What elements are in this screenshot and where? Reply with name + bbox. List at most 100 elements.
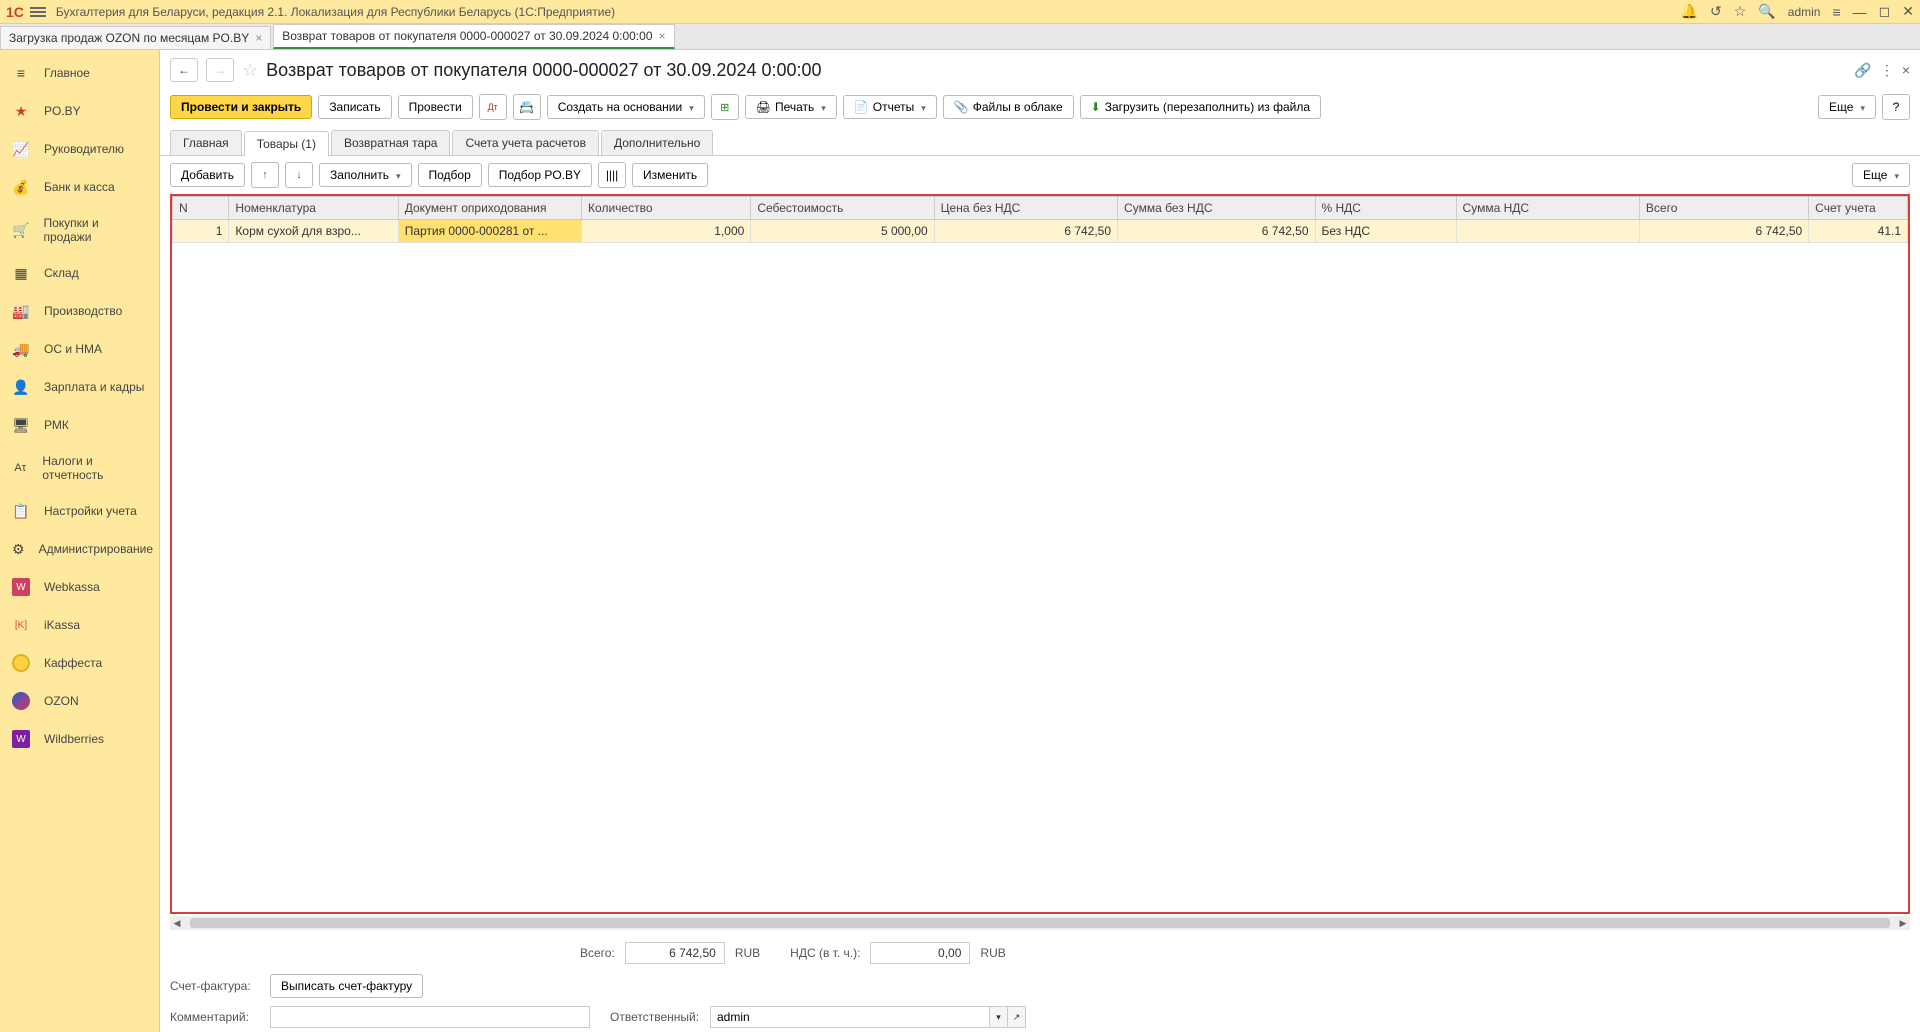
cell-account[interactable]: 41.1 xyxy=(1809,220,1908,243)
main-menu-icon[interactable] xyxy=(30,5,46,19)
col-vat-pct[interactable]: % НДС xyxy=(1315,197,1456,220)
print-button[interactable]: 🖨Печать xyxy=(745,95,837,119)
write-invoice-button[interactable]: Выписать счет-фактуру xyxy=(270,974,423,998)
post-button[interactable]: Провести xyxy=(398,95,473,119)
sidebar-item-bank[interactable]: 💰Банк и касса xyxy=(0,168,159,206)
col-cost[interactable]: Себестоимость xyxy=(751,197,934,220)
subtab-main[interactable]: Главная xyxy=(170,130,242,155)
pick-button[interactable]: Подбор xyxy=(418,163,482,187)
page-title: Возврат товаров от покупателя 0000-00002… xyxy=(266,60,1846,81)
edit-button[interactable]: Изменить xyxy=(632,163,708,187)
reports-button[interactable]: 📄Отчеты xyxy=(843,95,937,119)
sidebar-item-payroll[interactable]: 👤Зарплата и кадры xyxy=(0,368,159,406)
nav-back-button[interactable]: ← xyxy=(170,58,198,82)
sidebar-item-main[interactable]: ≡Главное xyxy=(0,54,159,92)
goods-table[interactable]: N Номенклатура Документ оприходования Ко… xyxy=(172,196,1908,243)
bell-icon[interactable]: 🔔 xyxy=(1681,3,1698,20)
structure-icon[interactable]: 📇 xyxy=(513,94,541,120)
record-button[interactable]: Записать xyxy=(318,95,391,119)
load-from-file-button[interactable]: ⬇Загрузить (перезаполнить) из файла xyxy=(1080,95,1321,119)
scroll-left-icon[interactable]: ◀ xyxy=(170,916,184,930)
cell-n[interactable]: 1 xyxy=(173,220,229,243)
move-up-button[interactable]: ↑ xyxy=(251,162,279,188)
sidebar-item-rmk[interactable]: 🖥РМК xyxy=(0,406,159,444)
sub-more-button[interactable]: Еще xyxy=(1852,163,1910,187)
cell-total[interactable]: 6 742,50 xyxy=(1639,220,1808,243)
col-sum[interactable]: Сумма без НДС xyxy=(1118,197,1315,220)
comment-input[interactable] xyxy=(270,1006,590,1028)
dtkt-icon[interactable]: Дт xyxy=(479,94,507,120)
move-down-button[interactable]: ↓ xyxy=(285,162,313,188)
close-icon[interactable]: × xyxy=(659,29,666,43)
cell-nomen[interactable]: Корм сухой для взро... xyxy=(229,220,398,243)
settings-icon[interactable]: ≡ xyxy=(1832,4,1840,20)
pick-poby-button[interactable]: Подбор PO.BY xyxy=(488,163,592,187)
subtab-goods[interactable]: Товары (1) xyxy=(244,131,329,156)
table-row[interactable]: 1 Корм сухой для взро... Партия 0000-000… xyxy=(173,220,1908,243)
user-label[interactable]: admin xyxy=(1788,5,1821,19)
sidebar-item-assets[interactable]: 🚚ОС и НМА xyxy=(0,330,159,368)
open-dialog-icon[interactable]: ↗ xyxy=(1008,1006,1026,1028)
tab-return-document[interactable]: Возврат товаров от покупателя 0000-00002… xyxy=(273,24,674,49)
maximize-icon[interactable]: ◻ xyxy=(1879,3,1891,20)
sidebar-item-wildberries[interactable]: WWildberries xyxy=(0,720,159,758)
link-icon[interactable]: 🔗 xyxy=(1854,62,1871,79)
scrollbar-thumb[interactable] xyxy=(190,918,1890,928)
sidebar-item-admin[interactable]: ⚙Администрирование xyxy=(0,530,159,568)
sidebar-item-webkassa[interactable]: WWebkassa xyxy=(0,568,159,606)
add-button[interactable]: Добавить xyxy=(170,163,245,187)
sidebar-item-poby[interactable]: ★PO.BY xyxy=(0,92,159,130)
subtab-extra[interactable]: Дополнительно xyxy=(601,130,713,155)
sidebar-item-manager[interactable]: 📈Руководителю xyxy=(0,130,159,168)
subtab-tare[interactable]: Возвратная тара xyxy=(331,130,451,155)
search-icon[interactable]: 🔍 xyxy=(1758,3,1775,20)
sidebar-item-acct-settings[interactable]: 📋Настройки учета xyxy=(0,492,159,530)
sidebar-item-warehouse[interactable]: ▦Склад xyxy=(0,254,159,292)
col-nomen[interactable]: Номенклатура xyxy=(229,197,398,220)
subtab-accounts[interactable]: Счета учета расчетов xyxy=(452,130,598,155)
help-button[interactable]: ? xyxy=(1882,94,1910,120)
col-n[interactable]: N xyxy=(173,197,229,220)
close-icon[interactable]: × xyxy=(1902,62,1910,78)
cell-doc[interactable]: Партия 0000-000281 от ... xyxy=(398,220,581,243)
scroll-right-icon[interactable]: ▶ xyxy=(1896,916,1910,930)
sidebar-item-kaffesta[interactable]: Каффеста xyxy=(0,644,159,682)
chevron-down-icon[interactable]: ▾ xyxy=(990,1006,1008,1028)
nav-forward-button[interactable]: → xyxy=(206,58,234,82)
barcode-icon[interactable]: |||| xyxy=(598,162,626,188)
kebab-icon[interactable]: ⋮ xyxy=(1880,62,1894,79)
cell-vat-pct[interactable]: Без НДС xyxy=(1315,220,1456,243)
excel-icon[interactable]: ⊞ xyxy=(711,94,739,120)
create-based-button[interactable]: Создать на основании xyxy=(547,95,705,119)
horizontal-scrollbar[interactable]: ◀ ▶ xyxy=(170,916,1910,930)
fill-button[interactable]: Заполнить xyxy=(319,163,411,187)
cell-qty[interactable]: 1,000 xyxy=(582,220,751,243)
close-icon[interactable]: ✕ xyxy=(1902,3,1914,20)
post-and-close-button[interactable]: Провести и закрыть xyxy=(170,95,312,119)
col-qty[interactable]: Количество xyxy=(582,197,751,220)
sidebar-item-ozon[interactable]: OZON xyxy=(0,682,159,720)
responsible-input[interactable] xyxy=(710,1006,990,1028)
tab-ozon-load[interactable]: Загрузка продаж OZON по месяцам PO.BY × xyxy=(0,26,271,49)
cell-cost[interactable]: 5 000,00 xyxy=(751,220,934,243)
minimize-icon[interactable]: — xyxy=(1853,4,1867,20)
history-icon[interactable]: ↺ xyxy=(1710,3,1722,20)
col-total[interactable]: Всего xyxy=(1639,197,1808,220)
more-button[interactable]: Еще xyxy=(1818,95,1876,119)
cell-sum[interactable]: 6 742,50 xyxy=(1118,220,1315,243)
cloud-files-button[interactable]: 📎Файлы в облаке xyxy=(943,95,1074,119)
sidebar-item-taxes[interactable]: АτНалоги и отчетность xyxy=(0,444,159,492)
cell-price[interactable]: 6 742,50 xyxy=(934,220,1117,243)
cell-vat-sum[interactable] xyxy=(1456,220,1639,243)
col-vat-sum[interactable]: Сумма НДС xyxy=(1456,197,1639,220)
favorite-star-icon[interactable]: ☆ xyxy=(242,60,258,81)
sidebar-item-production[interactable]: 🏭Производство xyxy=(0,292,159,330)
col-account[interactable]: Счет учета xyxy=(1809,197,1908,220)
sidebar-item-ikassa[interactable]: [K]iKassa xyxy=(0,606,159,644)
star-icon[interactable]: ☆ xyxy=(1734,3,1747,20)
col-price[interactable]: Цена без НДС xyxy=(934,197,1117,220)
col-doc[interactable]: Документ оприходования xyxy=(398,197,581,220)
close-icon[interactable]: × xyxy=(255,31,262,45)
responsible-combo[interactable]: ▾ ↗ xyxy=(710,1006,1026,1028)
sidebar-item-sales[interactable]: 🛒Покупки и продажи xyxy=(0,206,159,254)
